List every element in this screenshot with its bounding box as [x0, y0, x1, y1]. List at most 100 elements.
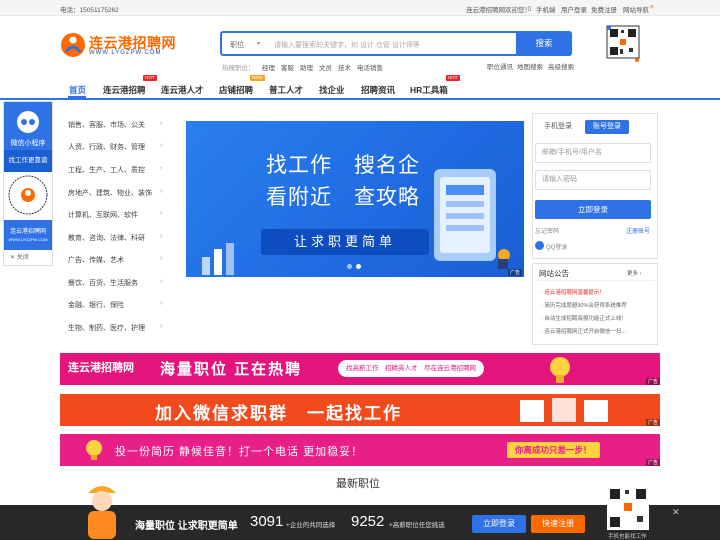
lightbulb-icon: [550, 357, 570, 383]
strip-logo: 连云港招聘网: [68, 362, 134, 374]
hot-item[interactable]: 客服: [281, 62, 294, 72]
tab-account-login[interactable]: 账号登录: [585, 120, 629, 134]
announcement-panel: 网站公告 更多 › · 连云港招聘网温馨提示！ · 简历完成度超90%会获得系统…: [532, 263, 658, 345]
nav-companies[interactable]: 找企业: [319, 84, 345, 96]
close-icon[interactable]: ✕: [672, 507, 680, 518]
footer-login-button[interactable]: 立即登录: [472, 515, 526, 533]
mascot-icon: [88, 486, 116, 539]
qq-icon[interactable]: [535, 241, 544, 250]
tab-mobile-login[interactable]: 手机登录: [539, 120, 577, 134]
carousel-dot[interactable]: [347, 264, 352, 269]
hot-item[interactable]: 技术: [338, 62, 351, 72]
category-item[interactable]: 销售、客服、市场、公关: [68, 120, 145, 130]
announcement-item[interactable]: · 简历完成度超90%会获得系统推荐: [541, 301, 651, 309]
chevron-right-icon: ›: [160, 233, 163, 240]
strip-badge: 你离成功只差一步！: [507, 442, 600, 458]
footer-register-button[interactable]: 快速注册: [531, 515, 585, 533]
register-account-link[interactable]: 注册账号: [626, 226, 650, 235]
forgot-password-link[interactable]: 忘记密码: [535, 226, 559, 235]
nav-shop-recruit[interactable]: 店铺招聘: [219, 84, 253, 96]
category-item[interactable]: 生物、制药、医疗、护理: [68, 323, 145, 333]
nav-talent[interactable]: 连云港人才: [161, 84, 204, 96]
password-input[interactable]: 请输入密码: [535, 170, 651, 190]
qr-caption: 手机也能找工作: [608, 534, 647, 540]
login-panel: 手机登录 账号登录 邮箱/手机号/用户名 请输入密码 立即登录 忘记密码 注册账…: [532, 113, 658, 259]
widget-brand-site: WWW.LYGZPW.COM: [8, 237, 48, 242]
logo-icon[interactable]: [60, 32, 86, 58]
nav-news[interactable]: 招聘资讯: [361, 84, 395, 96]
announcement-item[interactable]: · 自动生成招聘海报功能正式上线！: [541, 314, 651, 322]
search-button[interactable]: 搜索: [516, 31, 572, 56]
strip-subtext: 找高薪工作 招精英人才 尽在连云港招聘网: [338, 360, 484, 377]
strip-headline: 投一份简历 静候佳音！打一个电话 更加稳妥！: [115, 446, 364, 458]
announcement-item[interactable]: · 连云港招聘网正式开启微信一扫...: [541, 327, 651, 335]
chevron-right-icon: ›: [160, 165, 163, 172]
hot-item[interactable]: 电话销售: [357, 62, 383, 72]
mobile-link[interactable]: 手机端: [536, 4, 556, 14]
login-link[interactable]: 用户登录: [561, 4, 587, 14]
job-count-label: +企业的共同选择: [286, 522, 336, 529]
carousel-dot-active[interactable]: [356, 264, 361, 269]
hot-item[interactable]: 文员: [319, 62, 332, 72]
strip-headline: 加入微信求职群 一起找工作: [155, 404, 402, 423]
hot-item[interactable]: 助理: [300, 62, 313, 72]
announcement-more-link[interactable]: 更多 ›: [627, 269, 641, 277]
category-item[interactable]: 工程、生产、工人、质控: [68, 165, 145, 175]
footer-qr-code-icon: [607, 486, 649, 530]
strip-headline: 海量职位 正在热聘: [160, 361, 303, 378]
quick-link[interactable]: 职位通讯: [487, 61, 513, 71]
register-link[interactable]: 免费注册: [591, 4, 617, 14]
hot-search-label: 热搜职位：: [222, 65, 255, 72]
banner-line1: 找工作 搜名企: [266, 153, 420, 177]
category-item[interactable]: 餐饮、百货、生活服务: [68, 278, 138, 288]
chevron-right-icon: ›: [160, 188, 163, 195]
footer-slogan: 海量职位 让求职更简单: [135, 521, 238, 532]
username-input[interactable]: 邮箱/手机号/用户名: [535, 143, 651, 163]
ad-strip-wechat-group[interactable]: 加入微信求职群 一起找工作 广告: [60, 394, 660, 426]
quick-link[interactable]: 地图搜索: [517, 61, 543, 71]
category-item[interactable]: 房地产、建筑、物业、装饰: [68, 188, 152, 198]
widget-close-button[interactable]: ✕ 关闭: [4, 252, 52, 264]
phone-text: 电话：15051175262: [60, 7, 119, 14]
nav-hr-tools[interactable]: HR工具箱: [410, 84, 448, 96]
category-item[interactable]: 计算机、互联网、软件: [68, 210, 138, 220]
banner-slogan: 让求职更简单: [261, 229, 429, 255]
nav-home[interactable]: 首页: [69, 84, 86, 96]
hot-item[interactable]: 经理: [262, 62, 275, 72]
login-button[interactable]: 立即登录: [535, 200, 651, 219]
widget-brand: 连云港招聘网 WWW.LYGZPW.COM: [4, 220, 52, 250]
mini-program-qr-icon: [8, 175, 48, 215]
hero-banner[interactable]: 找工作 搜名企 看附近 查攻略 让求职更简单 广告: [186, 121, 524, 277]
hot-badge: HOT: [143, 75, 157, 81]
banner-line2: 看附近 查攻略: [266, 185, 420, 209]
mini-program-icon: 微信小程序: [11, 111, 46, 147]
category-item[interactable]: 教育、咨询、法律、科研: [68, 233, 145, 243]
hot-badge: HOT: [446, 75, 460, 81]
chevron-down-icon[interactable]: ▾: [257, 40, 260, 47]
category-item[interactable]: 人资、行政、财务、管理: [68, 142, 145, 152]
ad-strip-resume[interactable]: 投一份简历 静候佳音！打一个电话 更加稳妥！ 你离成功只差一步！ 广告: [60, 434, 660, 466]
chevron-right-icon: ›: [160, 142, 163, 149]
chevron-right-icon: ›: [160, 300, 163, 307]
search-category[interactable]: 职位: [230, 40, 244, 50]
ad-label: 广告: [508, 269, 523, 276]
job-count: 3091: [250, 513, 284, 530]
category-item[interactable]: 金融、银行、保险: [68, 300, 124, 310]
category-item[interactable]: 广告、传媒、艺术: [68, 255, 124, 265]
ad-label: 广告: [646, 378, 660, 385]
nav-recruit[interactable]: 连云港招聘: [103, 84, 146, 96]
quick-link[interactable]: 高级搜索: [548, 61, 574, 71]
phone-illustration-icon: [434, 169, 510, 269]
announcement-item[interactable]: · 连云港招聘网温馨提示！: [541, 288, 651, 296]
qq-login-link[interactable]: QQ登录: [546, 242, 567, 251]
chevron-right-icon: ›: [160, 255, 163, 262]
search-input[interactable]: 请输入要搜索的关键字，如 设计 仓管 设计师等: [274, 40, 420, 50]
chevron-right-icon: ›: [160, 210, 163, 217]
menu-icon[interactable]: ≡: [650, 4, 654, 11]
nav-worker-talent[interactable]: 普工人才: [269, 84, 303, 96]
announcement-title: 网站公告: [539, 269, 569, 278]
ad-label: 广告: [646, 459, 660, 466]
mobile-icon: ▯: [528, 5, 532, 12]
site-nav-link[interactable]: 网站导航: [623, 4, 649, 14]
ad-strip-hiring[interactable]: 连云港招聘网 海量职位 正在热聘 找高薪工作 招精英人才 尽在连云港招聘网 广告: [60, 353, 660, 385]
